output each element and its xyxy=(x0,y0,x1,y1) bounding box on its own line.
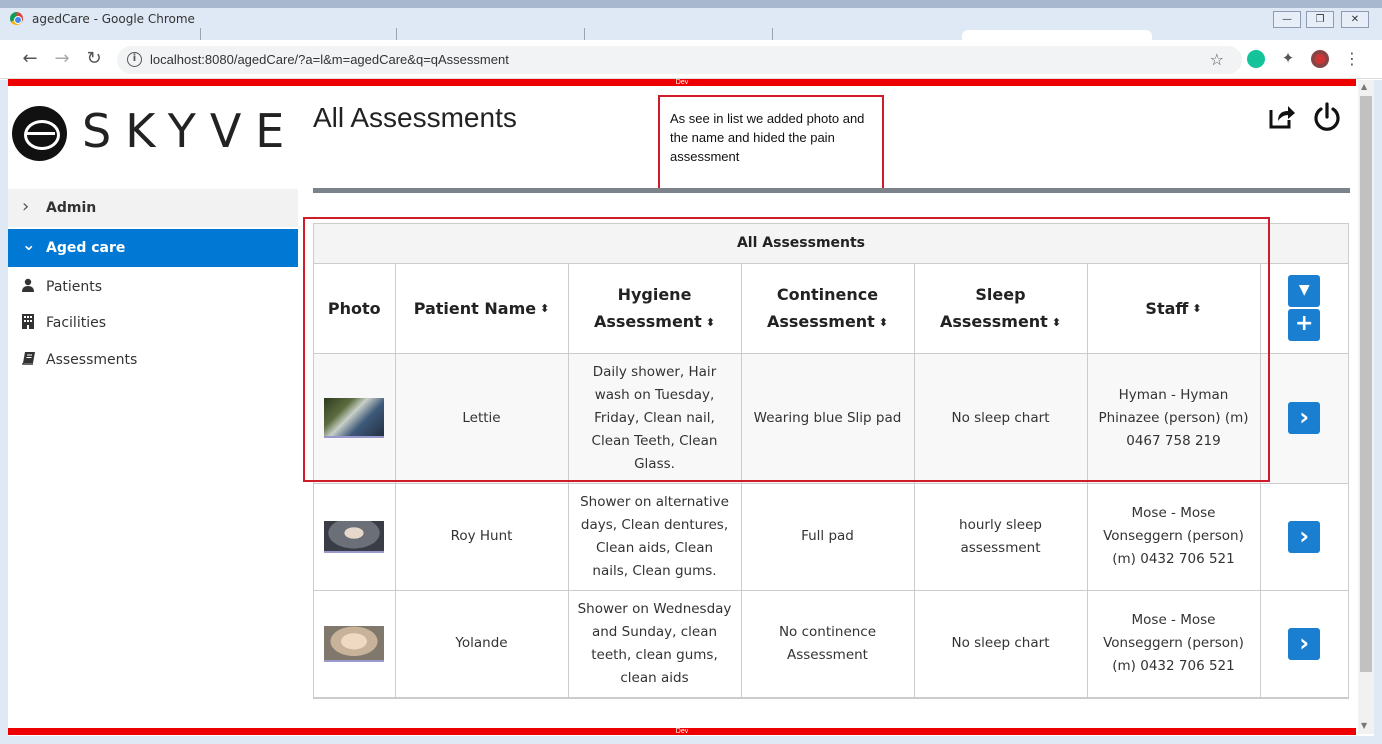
chevron-right-icon: › xyxy=(1299,403,1310,431)
sidebar-item-facilities[interactable]: Facilities xyxy=(8,308,298,338)
patient-name-cell: Roy Hunt xyxy=(395,483,569,591)
page-title: All Assessments xyxy=(313,102,517,133)
photo-cell xyxy=(314,590,396,698)
title-divider xyxy=(313,188,1350,193)
action-cell: › xyxy=(1260,353,1348,484)
browser-menu-icon[interactable]: ⋮ xyxy=(1342,50,1362,70)
share-icon[interactable] xyxy=(1268,102,1296,130)
sidebar-group-label: Admin xyxy=(46,200,97,216)
hygiene-cell: Shower on alternative days, Clean dentur… xyxy=(568,483,742,591)
sidebar-item-label: Assessments xyxy=(46,352,138,368)
page-content: SKYVE › Admin ⌄ Aged care Patients Facil… xyxy=(8,86,1357,727)
open-row-button[interactable]: › xyxy=(1288,627,1321,660)
chrome-logo-icon xyxy=(10,12,23,25)
patient-photo[interactable] xyxy=(324,625,385,662)
book-icon xyxy=(22,351,36,366)
extensions-puzzle-icon[interactable]: ✦ xyxy=(1279,50,1297,68)
continence-cell: Full pad xyxy=(741,483,915,591)
table-row[interactable]: Yolande Shower on Wednesday and Sunday, … xyxy=(314,590,1348,698)
power-icon[interactable] xyxy=(1313,102,1341,132)
scrollbar-thumb[interactable] xyxy=(1360,96,1372,672)
site-info-icon[interactable]: i xyxy=(127,52,142,67)
close-button[interactable]: ✕ xyxy=(1341,11,1369,28)
continence-cell: No continence Assessment xyxy=(741,590,915,698)
patient-photo[interactable] xyxy=(324,520,385,553)
browser-toolbar: ← → ↻ i localhost:8080/agedCare/?a=l&m=a… xyxy=(0,40,1382,79)
open-row-button[interactable]: › xyxy=(1288,402,1321,434)
highlight-box xyxy=(303,217,1270,482)
sidebar-item-patients[interactable]: Patients xyxy=(8,272,298,302)
action-cell: › xyxy=(1260,590,1348,698)
reload-button[interactable]: ↻ xyxy=(84,50,104,70)
logo-text: SKYVE xyxy=(82,104,299,158)
sidebar-item-label: Patients xyxy=(46,279,103,295)
column-header-actions: ▼ + xyxy=(1260,264,1348,354)
url-text[interactable]: localhost:8080/agedCare/?a=l&m=agedCare&… xyxy=(150,52,509,67)
bookmark-star-icon[interactable]: ☆ xyxy=(1210,50,1224,69)
sleep-cell: No sleep chart xyxy=(914,590,1088,698)
chevron-right-icon: › xyxy=(1299,521,1310,550)
action-cell: › xyxy=(1260,483,1348,591)
staff-cell: Mose - Mose Vonseggern (person) (m) 0432… xyxy=(1087,590,1261,698)
skyve-logo-icon xyxy=(12,106,67,161)
open-row-button[interactable]: › xyxy=(1288,520,1321,553)
address-bar[interactable]: i localhost:8080/agedCare/?a=l&m=agedCar… xyxy=(117,46,1242,74)
scroll-up-arrow-icon[interactable]: ▲ xyxy=(1361,82,1367,91)
grammarly-extension-icon[interactable] xyxy=(1247,50,1265,68)
plus-icon: + xyxy=(1295,311,1314,337)
skyve-logo: SKYVE xyxy=(12,104,292,162)
patient-name-cell: Yolande xyxy=(395,590,569,698)
minimize-button[interactable]: — xyxy=(1273,11,1301,28)
scroll-down-arrow-icon[interactable]: ▼ xyxy=(1361,721,1367,730)
user-icon xyxy=(22,278,36,293)
table-row[interactable]: Roy Hunt Shower on alternative days, Cle… xyxy=(314,483,1348,591)
annotation-note: As see in list we added photo and the na… xyxy=(658,95,884,190)
window-title: agedCare - Google Chrome xyxy=(32,12,195,26)
restore-button[interactable]: ❐ xyxy=(1306,11,1334,28)
chevron-down-icon: ⌄ xyxy=(22,235,36,254)
window-titlebar: agedCare - Google Chrome — ❐ ✕ xyxy=(0,0,1382,48)
sleep-cell: hourly sleep assessment xyxy=(914,483,1088,591)
back-button[interactable]: ← xyxy=(20,50,40,70)
hygiene-cell: Shower on Wednesday and Sunday, clean te… xyxy=(568,590,742,698)
filter-button[interactable]: ▼ xyxy=(1288,275,1321,308)
photo-cell xyxy=(314,483,396,591)
dev-banner-bottom: Dev xyxy=(8,728,1356,735)
filter-icon: ▼ xyxy=(1298,282,1310,299)
chevron-right-icon: › xyxy=(22,196,30,217)
building-icon xyxy=(22,314,36,329)
sidebar-group-admin[interactable]: › Admin xyxy=(8,189,298,227)
window-border-left xyxy=(0,80,8,744)
sidebar-group-aged-care[interactable]: ⌄ Aged care xyxy=(8,229,298,267)
add-button[interactable]: + xyxy=(1288,309,1321,342)
profile-avatar-icon[interactable] xyxy=(1311,50,1329,68)
sidebar-group-label: Aged care xyxy=(46,240,126,256)
dev-banner-top: Dev xyxy=(8,79,1356,86)
window-border-bottom xyxy=(0,736,1382,744)
sidebar-item-assessments[interactable]: Assessments xyxy=(8,345,298,375)
staff-cell: Mose - Mose Vonseggern (person) (m) 0432… xyxy=(1087,483,1261,591)
window-border-right xyxy=(1374,80,1382,744)
forward-button[interactable]: → xyxy=(52,50,72,70)
chevron-right-icon: › xyxy=(1299,628,1310,657)
page-scrollbar[interactable]: ▲ ▼ xyxy=(1358,80,1374,734)
sidebar-item-label: Facilities xyxy=(46,315,106,331)
